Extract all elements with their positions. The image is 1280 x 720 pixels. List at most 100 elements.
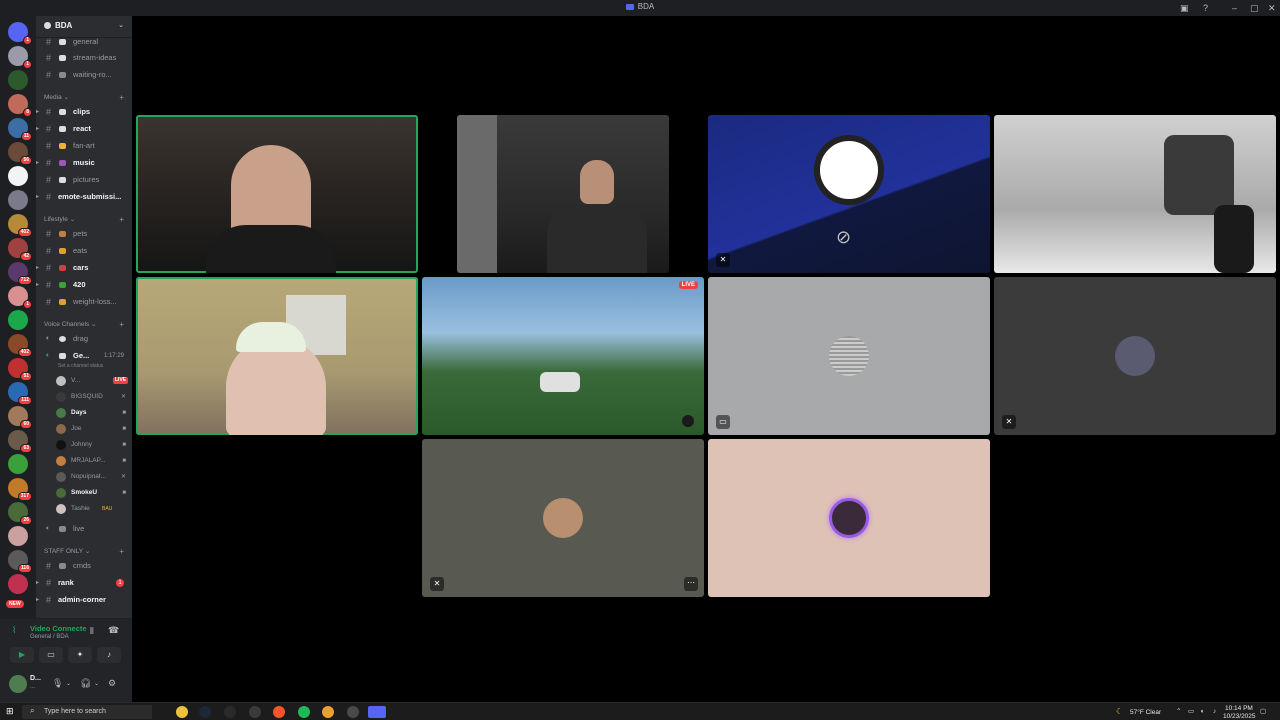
server-icon[interactable]: 56 xyxy=(8,142,32,165)
server-icon[interactable]: 317 xyxy=(8,478,32,501)
channel-cars[interactable]: ▸ # cars xyxy=(36,260,132,276)
server-icon[interactable]: 402 xyxy=(8,214,32,237)
video-tile[interactable]: ▭ xyxy=(708,277,990,435)
channel-pictures[interactable]: # pictures xyxy=(36,172,132,188)
video-tile[interactable] xyxy=(136,115,418,273)
app-icon[interactable] xyxy=(224,706,236,718)
more-options-icon[interactable]: ⋯ xyxy=(684,577,698,591)
inbox-icon[interactable]: ▣ xyxy=(1180,2,1189,14)
channel-420[interactable]: ▸ #420 xyxy=(36,277,132,293)
screen-share-button[interactable]: ▭ xyxy=(39,647,63,663)
channel-general[interactable]: # general xyxy=(36,34,132,50)
channel-react[interactable]: ▸ # react xyxy=(36,121,132,137)
channel-cmds[interactable]: # cmds xyxy=(36,558,132,574)
server-icon[interactable]: 712 xyxy=(8,262,32,285)
voice-user[interactable]: Nopuipnat... ✕ xyxy=(56,469,132,485)
voice-user[interactable]: Joe ■ xyxy=(56,421,132,437)
channel-status-hint[interactable]: Set a channel status xyxy=(58,363,103,369)
channel-admin-corner[interactable]: ▸ # admin-corner xyxy=(36,592,132,608)
channel-emote-submissions[interactable]: ▸ # emote-submissi... xyxy=(36,189,132,205)
category-staff-only[interactable]: STAFF ONLY ⌄ + xyxy=(44,547,130,557)
microphone-icon[interactable]: 🎙︎ xyxy=(52,678,63,689)
channel-weight-loss[interactable]: # weight-loss... xyxy=(36,294,132,310)
app-icon[interactable] xyxy=(347,706,359,718)
search-input[interactable]: Type here to search xyxy=(22,705,152,719)
clock-time[interactable]: 10:14 PM xyxy=(1225,705,1253,712)
server-icon[interactable]: 51 xyxy=(8,358,32,381)
add-channel-icon[interactable]: + xyxy=(119,320,124,330)
clock-date[interactable]: 10/23/2025 xyxy=(1223,713,1256,720)
channel-fan-art[interactable]: # fan-art xyxy=(36,138,132,154)
server-icon[interactable]: 42 xyxy=(8,238,32,261)
category-voice-channels[interactable]: Voice Channels ⌄ + xyxy=(44,320,130,330)
channel-rank[interactable]: ▸ # rank 1 xyxy=(36,575,132,591)
video-tile[interactable] xyxy=(994,115,1276,273)
server-icon[interactable]: 26 xyxy=(8,502,32,525)
gear-icon[interactable] xyxy=(249,706,261,718)
voice-channel-drag[interactable]: 🔈︎ drag xyxy=(36,331,132,347)
server-icon[interactable]: 111 xyxy=(8,382,32,405)
help-icon[interactable]: ? xyxy=(1203,2,1208,14)
spotify-icon[interactable] xyxy=(298,706,310,718)
camera-button[interactable]: ▶ xyxy=(10,647,34,663)
add-channel-icon[interactable]: + xyxy=(119,93,124,103)
close-button[interactable]: ✕ xyxy=(1268,2,1276,14)
server-icon[interactable] xyxy=(8,166,28,186)
voice-user[interactable]: Tashie BAU xyxy=(56,501,132,517)
new-badge[interactable]: NEW xyxy=(6,600,24,608)
category-media[interactable]: Media ⌄ + xyxy=(44,93,130,103)
voice-user[interactable]: MRJALAP... ■ xyxy=(56,453,132,469)
voice-channel-live[interactable]: 🔈︎ live xyxy=(36,521,132,537)
voice-user[interactable]: BIGSQUID ✕ xyxy=(56,389,132,405)
start-icon[interactable]: ⊞ xyxy=(6,706,14,717)
voice-user[interactable]: Johnny ■ xyxy=(56,437,132,453)
video-tile[interactable]: ✕ ⋯ xyxy=(422,439,704,597)
activities-button[interactable]: ✦ xyxy=(68,647,92,663)
server-icon[interactable]: 1 xyxy=(8,286,32,309)
video-tile[interactable]: ⊘ ✕ xyxy=(708,115,990,273)
server-icon[interactable]: 63 xyxy=(8,430,32,453)
noise-suppression-icon[interactable]: ⫴ xyxy=(90,626,94,637)
server-icon[interactable]: 1 xyxy=(8,46,32,69)
channel-waiting-room[interactable]: # waiting-ro... xyxy=(36,67,132,83)
avatar[interactable] xyxy=(9,675,27,693)
tray-chevron-icon[interactable]: ⌃ xyxy=(1176,708,1181,715)
voice-channel-general[interactable]: 🔈︎ Ge... 1:17:29 xyxy=(36,348,132,364)
headphones-icon[interactable]: 🎧︎ xyxy=(80,678,91,689)
voice-location[interactable]: General / BDA xyxy=(30,634,69,640)
video-tile[interactable] xyxy=(708,439,990,597)
video-tile[interactable]: LIVE xyxy=(422,277,704,435)
brave-icon[interactable] xyxy=(273,706,285,718)
volume-icon[interactable]: ◖ xyxy=(1200,708,1204,715)
voice-user[interactable]: SmokeU ■ xyxy=(56,485,132,501)
chrome-icon[interactable] xyxy=(322,706,334,718)
gear-icon[interactable]: ⚙ xyxy=(108,678,116,689)
server-icon[interactable]: 11 xyxy=(8,118,32,141)
chevron-down-icon[interactable]: ⌄ xyxy=(94,680,99,687)
channel-stream-ideas[interactable]: # stream-ideas xyxy=(36,50,132,66)
server-icon[interactable] xyxy=(8,70,28,90)
server-icon[interactable] xyxy=(8,190,28,210)
server-icon[interactable] xyxy=(8,454,28,474)
steam-icon[interactable] xyxy=(199,706,211,718)
server-icon[interactable]: 116 xyxy=(8,550,32,573)
discord-icon[interactable] xyxy=(368,706,386,718)
file-explorer-icon[interactable] xyxy=(176,706,188,718)
video-tile[interactable] xyxy=(457,115,669,273)
network-icon[interactable]: ▭ xyxy=(1188,708,1194,715)
server-icon[interactable] xyxy=(8,310,28,330)
channel-music[interactable]: ▸ # music xyxy=(36,155,132,171)
server-icon[interactable]: 8 xyxy=(8,94,32,117)
server-icon[interactable]: 402 xyxy=(8,334,32,357)
soundboard-button[interactable]: ♪ xyxy=(97,647,121,663)
disconnect-icon[interactable]: ☎ xyxy=(108,625,119,636)
weather-text[interactable]: 57°F Clear xyxy=(1130,709,1161,716)
voice-user[interactable]: V... LIVE xyxy=(56,373,132,389)
server-icon[interactable] xyxy=(8,574,28,594)
maximize-button[interactable]: ▢ xyxy=(1250,2,1259,14)
discord-home-icon[interactable]: 1 xyxy=(8,22,32,45)
speaker-icon[interactable]: ♪ xyxy=(1213,708,1216,715)
channel-clips[interactable]: ▸ # clips xyxy=(36,104,132,120)
add-channel-icon[interactable]: + xyxy=(119,547,124,557)
chevron-down-icon[interactable]: ⌄ xyxy=(66,680,71,687)
